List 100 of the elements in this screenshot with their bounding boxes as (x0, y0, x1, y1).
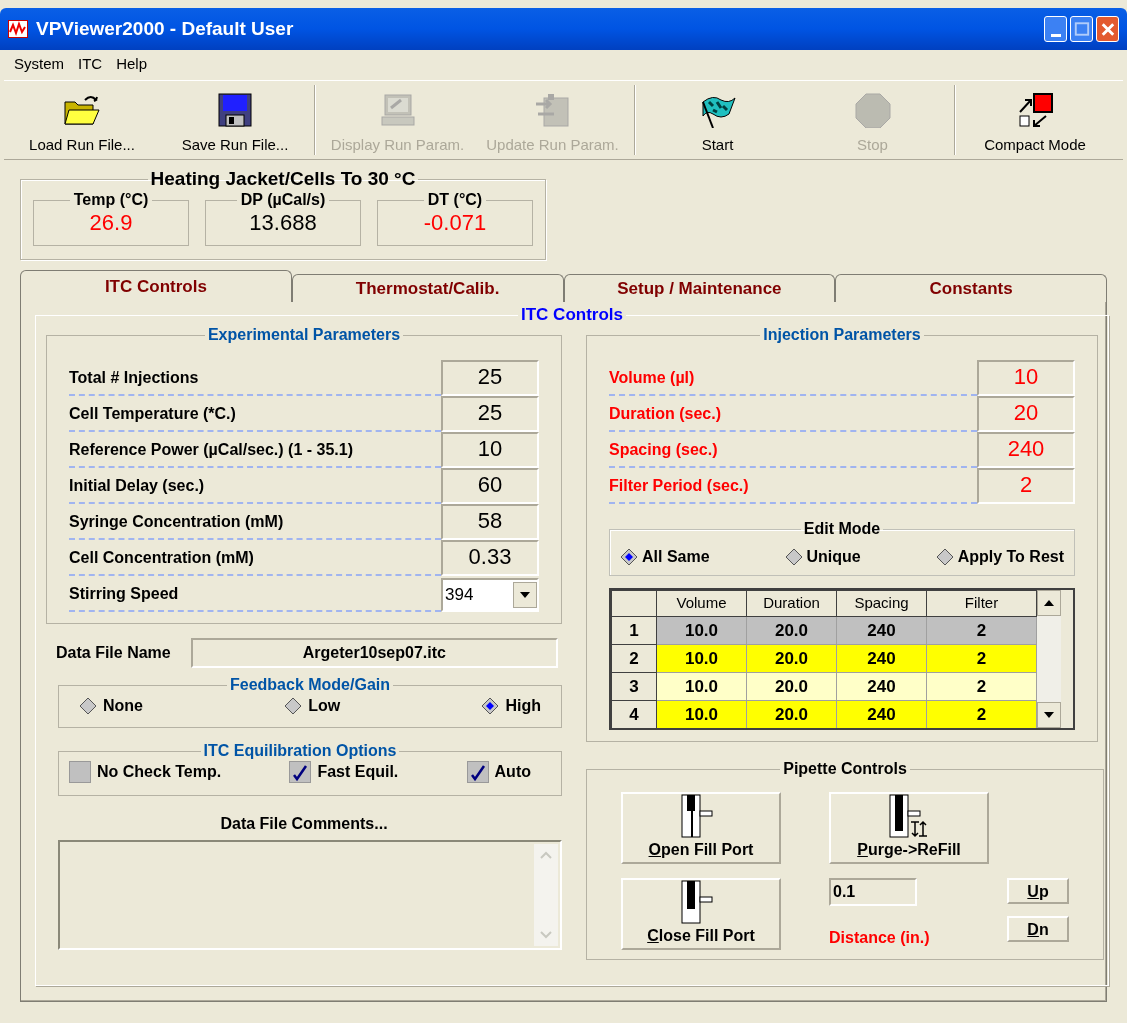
step-button[interactable]: Up (1007, 878, 1069, 904)
pipette-button[interactable]: Purge->ReFill (829, 792, 989, 864)
readout-value: -0.071 (422, 209, 488, 237)
group-title: Feedback Mode/Gain (228, 676, 391, 694)
row-header[interactable]: 2 (611, 644, 657, 673)
radio-option[interactable]: Apply To Rest (935, 544, 1064, 569)
group-title: ITC Equilibration Options (202, 742, 398, 760)
parameter-label: Reference Power (µCal/sec.) (1 - 35.1) (69, 438, 441, 468)
parameter-input[interactable]: 0.33 (441, 540, 539, 576)
table-cell: 20.0 (746, 672, 837, 701)
parameter-input[interactable]: 10 (441, 432, 539, 468)
step-button[interactable]: Dn (1007, 916, 1069, 942)
close-button[interactable] (1096, 16, 1119, 42)
transfer-icon (533, 91, 572, 128)
tab[interactable]: Setup / Maintenance (563, 274, 836, 302)
radio-button[interactable] (481, 697, 500, 715)
scroll-up-icon[interactable] (1037, 590, 1061, 616)
radio-button[interactable] (284, 697, 303, 715)
checkbox-option[interactable]: Fast Equil. (289, 760, 399, 784)
radio-button[interactable] (935, 547, 954, 566)
group-title: ITC Controls (520, 306, 624, 324)
table-cell: 2 (926, 672, 1037, 701)
table-cell: 240 (836, 644, 927, 673)
table-cell: 240 (836, 672, 927, 701)
table-cell: 20.0 (746, 644, 837, 673)
stirring-speed-dropdown[interactable]: 394 (441, 578, 539, 612)
group-title: Heating Jacket/Cells To 30 °C (149, 168, 417, 190)
toolbar-button[interactable]: Start (640, 81, 795, 159)
parameter-label: Filter Period (sec.) (609, 474, 977, 504)
column-header[interactable]: Filter (926, 590, 1037, 617)
radio-button[interactable] (79, 697, 97, 715)
comments-textarea[interactable] (58, 840, 562, 950)
table-cell: 10.0 (656, 700, 747, 728)
minimize-button[interactable] (1044, 16, 1067, 42)
readout-label: DP (µCal/s) (239, 192, 327, 208)
row-header[interactable]: 1 (611, 616, 657, 645)
radio-option[interactable]: Low (284, 694, 341, 718)
stop-sign-icon (853, 91, 892, 128)
distance-label: Distance (in.) (829, 928, 931, 948)
checkbox[interactable] (69, 761, 91, 783)
toolbar-button[interactable]: Load Run File... (4, 81, 160, 159)
parameter-input[interactable]: 25 (441, 360, 539, 396)
table-cell: 10.0 (656, 644, 747, 673)
menu-item[interactable]: ITC (78, 52, 103, 76)
group-title: Experimental Parameters (206, 326, 402, 344)
table-cell: 2 (926, 700, 1037, 728)
row-header[interactable]: 3 (611, 672, 657, 701)
table-cell: 2 (926, 644, 1037, 673)
data-file-name-label: Data File Name (56, 643, 171, 663)
distance-field[interactable]: 0.1 (829, 878, 917, 906)
toolbar-button[interactable]: Save Run File... (160, 81, 310, 159)
app-icon (8, 20, 28, 38)
checkbox-option[interactable]: Auto (466, 760, 531, 784)
radio-button[interactable] (784, 547, 803, 566)
readout-value: 26.9 (88, 209, 134, 237)
parameter-input[interactable]: 25 (441, 396, 539, 432)
checkbox[interactable] (466, 761, 489, 783)
parameter-label: Duration (sec.) (609, 402, 977, 432)
radio-button[interactable] (620, 547, 638, 566)
parameter-input[interactable]: 60 (441, 468, 539, 504)
data-file-name-field[interactable]: Argeter10sep07.itc (190, 638, 558, 668)
grid-scroll-bar[interactable] (1037, 590, 1061, 728)
checkbox[interactable] (289, 761, 312, 783)
group-title: Injection Parameters (762, 326, 922, 344)
toolbar-button[interactable]: Compact Mode (960, 81, 1110, 159)
menu-item[interactable]: System (14, 52, 64, 76)
checkbox-option[interactable]: No Check Temp. (69, 760, 222, 784)
table-cell: 2 (926, 616, 1037, 645)
maximize-button[interactable] (1070, 16, 1093, 42)
readout-label: Temp (°C) (72, 192, 150, 208)
parameter-label: Spacing (sec.) (609, 438, 977, 468)
tab[interactable]: Constants (835, 274, 1107, 302)
menu-item[interactable]: Help (116, 52, 148, 76)
window-title: VPViewer2000 - Default User (36, 16, 295, 41)
column-header[interactable]: Volume (656, 590, 747, 617)
column-header[interactable]: Spacing (836, 590, 927, 617)
radio-option[interactable]: Unique (784, 544, 861, 569)
tab[interactable]: Thermostat/Calib. (291, 274, 564, 302)
group-title: Edit Mode (802, 520, 882, 538)
pipette-button[interactable]: Open Fill Port (621, 792, 781, 864)
row-header[interactable]: 4 (611, 700, 657, 728)
table-cell: 10.0 (656, 672, 747, 701)
parameter-label: Syringe Concentration (mM) (69, 510, 441, 540)
window-resize-icon (1016, 91, 1054, 128)
radio-option[interactable]: None (79, 694, 143, 718)
radio-option[interactable]: All Same (620, 544, 710, 569)
table-cell: 20.0 (746, 616, 837, 645)
pipette-button[interactable]: Close Fill Port (621, 878, 781, 950)
parameter-input[interactable]: 58 (441, 504, 539, 540)
table-cell: 240 (836, 700, 927, 728)
table-cell: 10.0 (656, 616, 747, 645)
scroll-down-icon[interactable] (1037, 702, 1061, 728)
minimize-icon (1050, 33, 1061, 37)
parameter-label: Total # Injections (69, 366, 441, 396)
tab[interactable]: ITC Controls (20, 270, 292, 302)
comments-label: Data File Comments... (219, 814, 389, 834)
radio-option[interactable]: High (481, 694, 541, 718)
group-title: Pipette Controls (782, 760, 908, 778)
column-header[interactable]: Duration (746, 590, 837, 617)
parameter-label: Volume (µl) (609, 366, 977, 396)
